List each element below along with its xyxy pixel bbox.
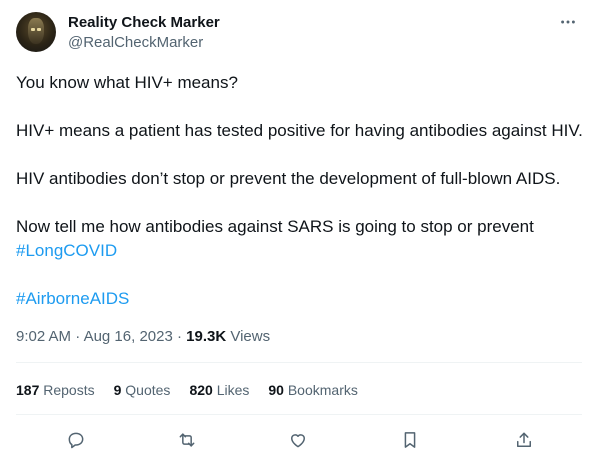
likes-label: Likes [216,382,250,398]
avatar-face [28,18,44,44]
meta-separator: · [176,328,182,345]
tweet-meta: 9:02 AM · Aug 16, 2023 · 19.3K Views [16,327,270,347]
avatar[interactable] [16,12,56,52]
tweet-time[interactable]: 9:02 AM [16,328,71,345]
tweet-paragraph: HIV antibodies don’t stop or prevent the… [16,169,561,188]
divider [16,362,582,363]
author-names: Reality Check Marker @RealCheckMarker [68,13,220,53]
author-display-name[interactable]: Reality Check Marker [68,13,220,33]
quotes-count: 9 [113,382,122,398]
divider [16,414,582,415]
like-button[interactable] [284,426,312,454]
bookmarks-stat[interactable]: 90 Bookmarks [268,380,358,400]
avatar-eye-left [31,28,35,31]
views-label: Views [230,328,271,345]
reply-icon [68,432,84,449]
hashtag-link[interactable]: #LongCOVID [16,241,117,260]
repost-button[interactable] [173,426,201,454]
tweet-paragraph: HIV+ means a patient has tested positive… [16,121,583,140]
reposts-label: Reposts [43,382,95,398]
bookmark-button[interactable] [396,426,424,454]
action-bar [16,426,582,454]
author-handle[interactable]: @RealCheckMarker [68,33,220,53]
more-horizontal-icon [561,20,575,24]
repost-icon [179,433,195,447]
likes-count: 820 [189,382,213,398]
tweet-text: You know what HIV+ means? HIV+ means a p… [16,71,586,311]
avatar-eye-right [37,28,41,31]
like-icon [291,434,305,448]
reply-button[interactable] [62,426,90,454]
share-button[interactable] [510,426,538,454]
share-icon [517,432,531,447]
likes-stat[interactable]: 820 Likes [189,380,249,400]
views-count: 19.3K [186,328,227,345]
hashtag-link[interactable]: #AirborneAIDS [16,289,129,308]
tweet-date[interactable]: Aug 16, 2023 [84,328,173,345]
tweet-paragraph: Now tell me how antibodies against SARS … [16,217,534,236]
meta-separator: · [75,328,81,345]
quotes-stat[interactable]: 9 Quotes [114,380,171,400]
tweet-header: Reality Check Marker @RealCheckMarker [16,12,582,56]
bookmarks-count: 90 [268,382,284,398]
reposts-stat[interactable]: 187 Reposts [16,380,95,400]
bookmarks-label: Bookmarks [287,382,358,398]
reposts-count: 187 [16,382,40,398]
quotes-label: Quotes [125,382,171,398]
tweet-paragraph: You know what HIV+ means? [16,73,238,92]
engagement-stats: 187 Reposts 9 Quotes 820 Likes 90 Bookma… [16,380,358,400]
bookmark-icon [404,432,416,448]
more-options-button[interactable] [558,12,578,32]
